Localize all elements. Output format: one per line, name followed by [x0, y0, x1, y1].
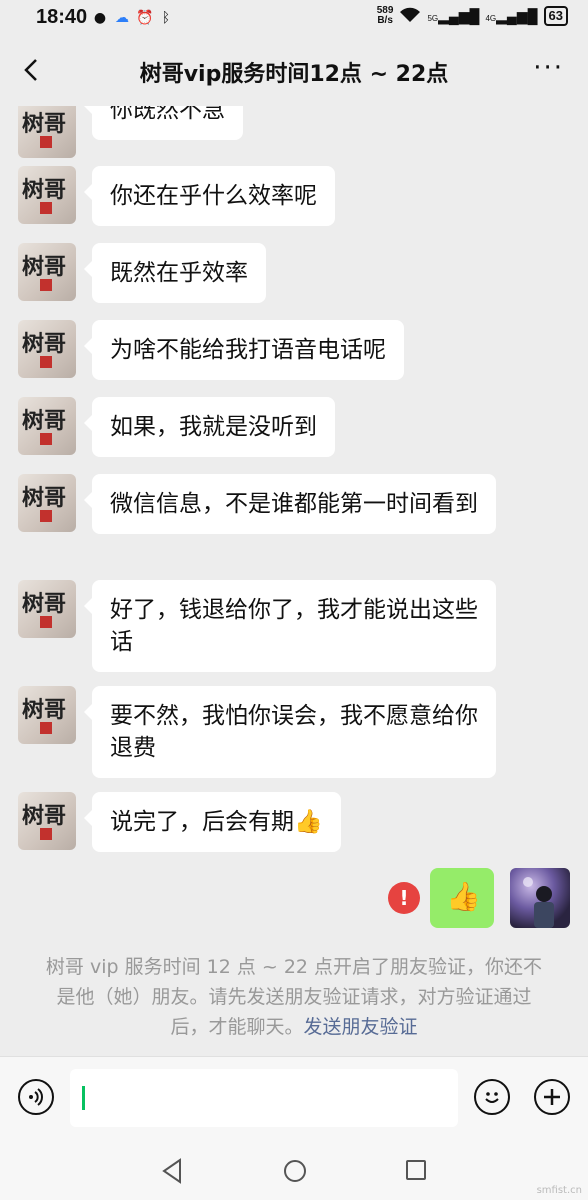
avatar-seal	[40, 722, 52, 734]
notification-icons: ● ☁ ⏰ ᛒ	[92, 10, 174, 26]
chat-header: 树哥vip服务时间12点 ~ 22点 ···	[0, 36, 588, 106]
avatar-calligraphy: 树哥	[22, 408, 67, 434]
message-bubble[interactable]: 你既然不急	[84, 106, 243, 140]
my-avatar[interactable]	[510, 868, 570, 928]
contact-avatar[interactable]: 树哥	[18, 243, 76, 301]
message-bubble[interactable]: 要不然，我怕你误会，我不愿意给你退费	[84, 686, 496, 778]
nav-back-icon[interactable]	[160, 1158, 184, 1184]
avatar-seal	[40, 356, 52, 368]
contact-avatar[interactable]: 树哥	[18, 166, 76, 224]
contact-avatar[interactable]: 树哥	[18, 580, 76, 638]
system-nav-bar: smfist.cn	[0, 1142, 588, 1200]
avatar-seal	[40, 616, 52, 628]
notice-text: 树哥 vip 服务时间 12 点 ~ 22 点开启了朋友验证，你还不是他（她）朋…	[45, 956, 543, 1038]
smiley-icon	[485, 1092, 499, 1103]
message-bubble[interactable]: 好了，钱退给你了，我才能说出这些话	[84, 580, 496, 672]
avatar-seal	[40, 279, 52, 291]
signal-5g-icon: 5G▂▄▆█	[427, 7, 480, 24]
avatar-seal	[40, 433, 52, 445]
wifi-icon	[399, 7, 421, 26]
avatar-calligraphy: 树哥	[22, 331, 67, 357]
emoji-button[interactable]	[474, 1079, 510, 1115]
message-bubble[interactable]: 如果，我就是没听到	[84, 397, 335, 457]
cloud-icon: ☁	[115, 10, 129, 26]
avatar-calligraphy: 树哥	[22, 254, 67, 280]
watermark: smfist.cn	[536, 1185, 582, 1196]
message-bubble[interactable]: 你还在乎什么效率呢	[84, 166, 335, 226]
alarm-icon: ⏰	[136, 10, 154, 26]
voice-icon	[29, 1088, 43, 1106]
net-speed: 589 B/s	[376, 5, 394, 26]
chat-title: 树哥vip服务时间12点 ~ 22点	[139, 62, 449, 87]
plus-icon	[544, 1089, 560, 1105]
signal-4g-icon: 4G▂▄▆█	[485, 7, 538, 24]
contact-avatar[interactable]: 树哥	[18, 474, 76, 532]
avatar-seal	[40, 202, 52, 214]
avatar-calligraphy: 树哥	[22, 591, 67, 617]
send-friend-request-link[interactable]: 发送朋友验证	[304, 1016, 418, 1038]
friend-verification-notice: 树哥 vip 服务时间 12 点 ~ 22 点开启了朋友验证，你还不是他（她）朋…	[40, 952, 548, 1042]
message-bubble[interactable]: 微信信息，不是谁都能第一时间看到	[84, 474, 496, 534]
more-options-button[interactable]: ···	[533, 54, 564, 82]
message-list[interactable]: 树哥 你既然不急 树哥 你还在乎什么效率呢 树哥 既然在乎效率 树哥 为啥不能给…	[0, 106, 588, 1056]
contact-avatar[interactable]: 树哥	[18, 397, 76, 455]
avatar-calligraphy: 树哥	[22, 177, 67, 203]
text-cursor	[82, 1086, 85, 1110]
status-bar: 18:40 ● ☁ ⏰ ᛒ 589 B/s 5G▂▄▆█ 4G▂▄▆█ 63	[0, 0, 588, 36]
message-bubble[interactable]: 为啥不能给我打语音电话呢	[84, 320, 404, 380]
bluetooth-icon: ᛒ	[161, 10, 171, 26]
avatar-seal	[40, 510, 52, 522]
contact-avatar[interactable]: 树哥	[18, 792, 76, 850]
avatar-seal	[40, 828, 52, 840]
status-right: 589 B/s 5G▂▄▆█ 4G▂▄▆█ 63	[377, 6, 568, 26]
more-functions-button[interactable]	[534, 1079, 570, 1115]
sent-message-row: ! 👍	[0, 868, 588, 928]
thumbs-up-emoji: 👍	[446, 880, 481, 913]
wechat-notification-icon: ●	[93, 10, 107, 26]
battery-indicator: 63	[543, 6, 568, 26]
contact-avatar[interactable]: 树哥	[18, 320, 76, 378]
message-bubble[interactable]: 说完了，后会有期👍	[84, 792, 341, 852]
avatar-calligraphy: 树哥	[22, 697, 67, 723]
nav-recents-icon[interactable]	[404, 1158, 428, 1182]
nav-home-icon[interactable]	[282, 1158, 308, 1184]
message-input[interactable]	[70, 1069, 458, 1127]
avatar-calligraphy: 树哥	[22, 485, 67, 511]
avatar-calligraphy: 树哥	[22, 111, 67, 137]
message-bubble[interactable]: 既然在乎效率	[84, 243, 266, 303]
status-time: 18:40	[36, 6, 88, 28]
voice-toggle-button[interactable]	[18, 1079, 54, 1115]
input-bar	[0, 1056, 588, 1143]
avatar-calligraphy: 树哥	[22, 803, 67, 829]
sent-message-bubble[interactable]: 👍	[430, 868, 494, 928]
send-failed-icon[interactable]: !	[388, 882, 420, 914]
avatar-seal	[40, 136, 52, 148]
avatar-figure-icon	[523, 877, 554, 928]
contact-avatar[interactable]: 树哥	[18, 686, 76, 744]
contact-avatar[interactable]: 树哥	[18, 106, 76, 158]
